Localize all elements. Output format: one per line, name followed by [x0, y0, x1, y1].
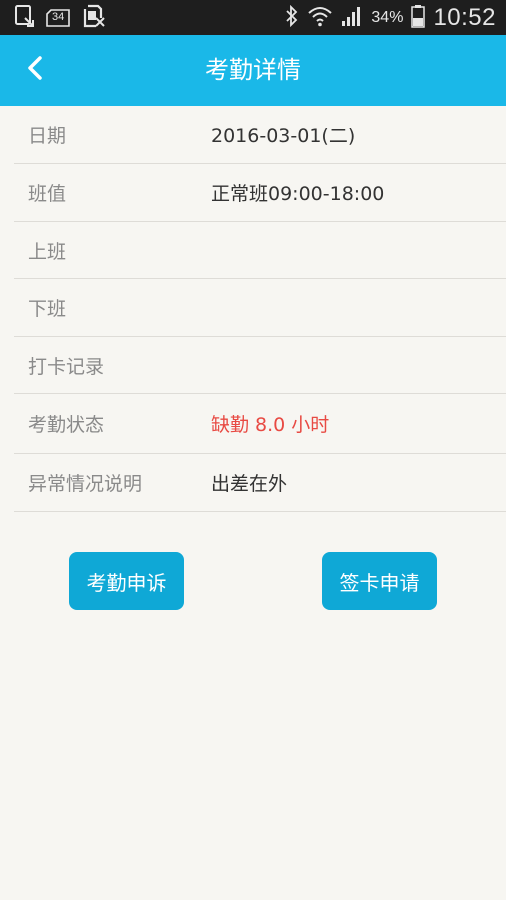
exception-note-label: 异常情况说明 — [28, 473, 143, 495]
sim-card-icon: 34 — [46, 8, 72, 28]
clock-time: 10:52 — [433, 3, 496, 31]
date-label: 日期 — [28, 125, 67, 147]
sim-badge-text: 34 — [52, 11, 65, 23]
detail-row-date: 日期 2016-03-01(二) — [14, 106, 506, 164]
battery-percent: 34% — [371, 8, 404, 26]
exception-note-value: 出差在外 — [211, 473, 288, 495]
detail-row-clock-out: 下班 — [14, 279, 506, 337]
detail-row-status: 考勤状态 缺勤 8.0 小时 — [14, 394, 506, 454]
shift-label: 班值 — [28, 183, 67, 205]
chevron-left-icon — [25, 55, 45, 85]
status-label: 考勤状态 — [28, 414, 105, 436]
detail-row-shift: 班值 正常班09:00-18:00 — [14, 164, 506, 222]
sign-card-request-button[interactable]: 签卡申请 — [322, 552, 437, 610]
attendance-appeal-button[interactable]: 考勤申诉 — [69, 552, 184, 610]
back-button[interactable] — [18, 53, 52, 87]
status-value: 缺勤 8.0 小时 — [211, 414, 330, 436]
signal-icon — [341, 5, 363, 31]
detail-row-punch-records: 打卡记录 — [14, 337, 506, 394]
wifi-icon — [307, 5, 333, 31]
bluetooth-icon — [285, 4, 299, 31]
shift-value: 正常班09:00-18:00 — [211, 183, 385, 205]
status-bar: 34 34% 10:52 — [0, 0, 506, 35]
title-bar: 考勤详情 — [0, 35, 506, 106]
status-bar-left: 34 — [14, 4, 106, 32]
date-value: 2016-03-01(二) — [211, 125, 356, 147]
detail-row-exception-note: 异常情况说明 出差在外 — [14, 454, 506, 512]
page-title: 考勤详情 — [205, 56, 301, 84]
battery-icon — [411, 4, 426, 32]
clock-out-label: 下班 — [28, 298, 67, 320]
screenshot-icon — [14, 4, 36, 32]
status-bar-right: 34% 10:52 — [285, 0, 496, 35]
no-sim-icon — [82, 4, 106, 32]
attendance-detail-list: 日期 2016-03-01(二) 班值 正常班09:00-18:00 上班 下班… — [14, 106, 506, 512]
detail-row-clock-in: 上班 — [14, 222, 506, 279]
punch-records-label: 打卡记录 — [28, 355, 105, 378]
clock-in-label: 上班 — [28, 240, 67, 263]
